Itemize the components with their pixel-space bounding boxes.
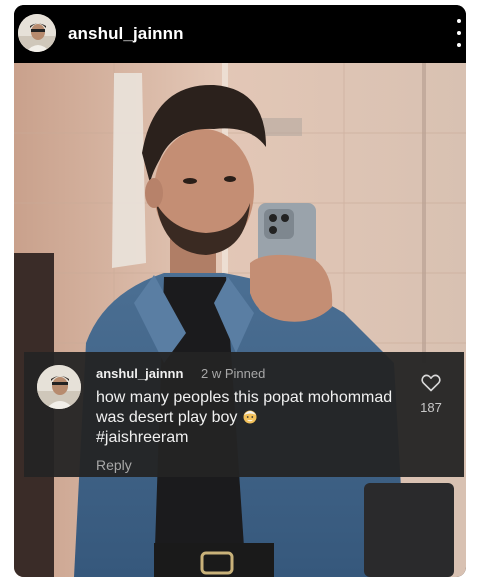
- profile-avatar[interactable]: [18, 14, 56, 52]
- more-options-icon[interactable]: [454, 19, 464, 47]
- comment-hashtag[interactable]: #jaishreeram: [96, 429, 188, 446]
- comment-avatar[interactable]: [37, 365, 81, 409]
- heart-icon[interactable]: [421, 374, 441, 392]
- reply-button[interactable]: Reply: [96, 457, 132, 473]
- comment-meta: 2 w Pinned: [201, 366, 266, 381]
- post-username[interactable]: anshul_jainnn: [68, 24, 184, 44]
- old-man-emoji-icon: [242, 408, 258, 424]
- comment-username[interactable]: anshul_jainnn: [96, 366, 183, 381]
- like-count: 187: [420, 400, 442, 415]
- comment-text: how many peoples this popat mohommad was…: [96, 388, 396, 448]
- post-photo: [14, 63, 466, 577]
- post-header: anshul_jainnn: [14, 5, 466, 63]
- pinned-comment: anshul_jainnn 2 w Pinned how many people…: [24, 352, 464, 477]
- post-card: anshul_jainnn anshul_jainnn 2 w Pinned h…: [14, 5, 466, 577]
